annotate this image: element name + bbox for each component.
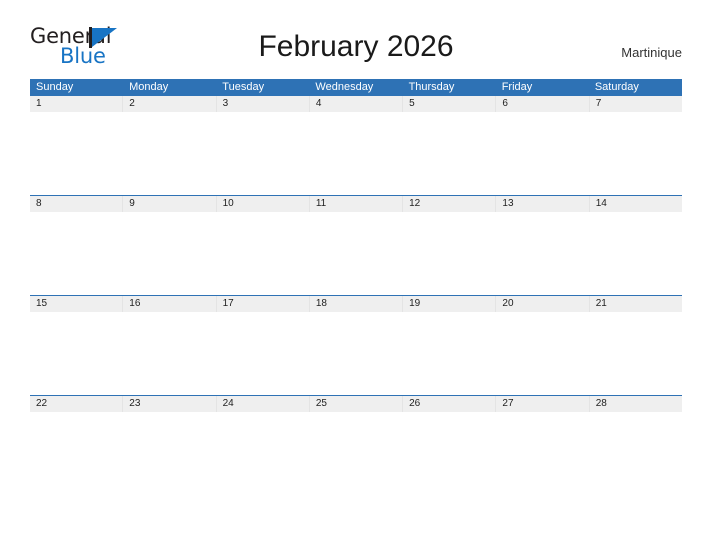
date-number[interactable]: 22 bbox=[30, 396, 124, 412]
day-content-cell[interactable] bbox=[402, 212, 496, 295]
day-content-cell[interactable] bbox=[123, 412, 217, 495]
day-content-cell[interactable] bbox=[495, 312, 589, 395]
date-number[interactable]: 7 bbox=[590, 96, 682, 112]
date-number[interactable]: 20 bbox=[496, 296, 590, 312]
day-content-cell[interactable] bbox=[402, 412, 496, 495]
weekday-header-sunday: Sunday bbox=[36, 81, 74, 93]
date-number[interactable]: 28 bbox=[590, 396, 682, 412]
locale-label: Martinique bbox=[621, 45, 682, 60]
day-content-cell[interactable] bbox=[588, 212, 682, 295]
day-content-cell[interactable] bbox=[30, 112, 124, 195]
date-number[interactable]: 25 bbox=[310, 396, 404, 412]
day-content-row bbox=[30, 412, 682, 495]
weekday-header-wednesday: Wednesday bbox=[315, 81, 374, 93]
date-number-row: 22 23 24 25 26 27 28 bbox=[30, 396, 682, 412]
day-content-cell[interactable] bbox=[216, 212, 310, 295]
date-number[interactable]: 1 bbox=[30, 96, 124, 112]
day-content-cell[interactable] bbox=[495, 212, 589, 295]
date-number[interactable]: 4 bbox=[310, 96, 404, 112]
day-content-cell[interactable] bbox=[402, 112, 496, 195]
weekday-header-tuesday: Tuesday bbox=[222, 81, 265, 93]
day-content-cell[interactable] bbox=[309, 412, 403, 495]
date-number[interactable]: 13 bbox=[496, 196, 590, 212]
calendar-week-row: 22 23 24 25 26 27 28 bbox=[30, 395, 682, 495]
page-header: General Blue February 2026 Martinique bbox=[0, 0, 712, 67]
day-content-cell[interactable] bbox=[309, 112, 403, 195]
date-number[interactable]: 6 bbox=[496, 96, 590, 112]
day-content-cell[interactable] bbox=[123, 212, 217, 295]
date-number[interactable]: 17 bbox=[217, 296, 310, 312]
calendar-grid: Sunday Monday Tuesday Wednesday Thursday… bbox=[30, 79, 682, 495]
day-content-cell[interactable] bbox=[216, 112, 310, 195]
date-number-row: 15 16 17 18 19 20 21 bbox=[30, 296, 682, 312]
day-content-cell[interactable] bbox=[30, 212, 124, 295]
date-number[interactable]: 11 bbox=[310, 196, 404, 212]
date-number[interactable]: 8 bbox=[30, 196, 124, 212]
date-number[interactable]: 10 bbox=[217, 196, 310, 212]
date-number[interactable]: 18 bbox=[310, 296, 404, 312]
calendar-week-row: 1 2 3 4 5 6 7 bbox=[30, 96, 682, 195]
day-content-cell[interactable] bbox=[309, 212, 403, 295]
weekday-header-monday: Monday bbox=[129, 81, 169, 93]
day-content-cell[interactable] bbox=[216, 412, 310, 495]
date-number-row: 1 2 3 4 5 6 7 bbox=[30, 96, 682, 112]
day-content-cell[interactable] bbox=[588, 412, 682, 495]
day-content-cell[interactable] bbox=[588, 112, 682, 195]
day-content-cell[interactable] bbox=[216, 312, 310, 395]
page-title: February 2026 bbox=[258, 30, 454, 63]
day-content-cell[interactable] bbox=[495, 412, 589, 495]
date-number[interactable]: 21 bbox=[590, 296, 682, 312]
weekday-header-row: Sunday Monday Tuesday Wednesday Thursday… bbox=[30, 79, 682, 96]
day-content-row bbox=[30, 212, 682, 295]
date-number[interactable]: 27 bbox=[496, 396, 590, 412]
day-content-cell[interactable] bbox=[123, 112, 217, 195]
date-number[interactable]: 24 bbox=[217, 396, 310, 412]
date-number[interactable]: 19 bbox=[403, 296, 497, 312]
calendar-week-row: 8 9 10 11 12 13 14 bbox=[30, 195, 682, 295]
day-content-cell[interactable] bbox=[30, 312, 124, 395]
day-content-row bbox=[30, 112, 682, 195]
day-content-cell[interactable] bbox=[495, 112, 589, 195]
date-number-row: 8 9 10 11 12 13 14 bbox=[30, 196, 682, 212]
day-content-cell[interactable] bbox=[588, 312, 682, 395]
date-number[interactable]: 23 bbox=[123, 396, 217, 412]
date-number[interactable]: 3 bbox=[217, 96, 310, 112]
weekday-header-thursday: Thursday bbox=[408, 81, 455, 93]
weekday-header-friday: Friday bbox=[501, 81, 533, 93]
date-number[interactable]: 16 bbox=[123, 296, 217, 312]
date-number[interactable]: 15 bbox=[30, 296, 124, 312]
date-number[interactable]: 12 bbox=[403, 196, 497, 212]
weekday-header-saturday: Saturday bbox=[594, 81, 639, 93]
date-number[interactable]: 5 bbox=[403, 96, 497, 112]
day-content-cell[interactable] bbox=[309, 312, 403, 395]
day-content-cell[interactable] bbox=[402, 312, 496, 395]
day-content-cell[interactable] bbox=[123, 312, 217, 395]
day-content-row bbox=[30, 312, 682, 395]
date-number[interactable]: 2 bbox=[123, 96, 217, 112]
date-number[interactable]: 14 bbox=[590, 196, 682, 212]
calendar-week-row: 15 16 17 18 19 20 21 bbox=[30, 295, 682, 395]
date-number[interactable]: 26 bbox=[403, 396, 497, 412]
calendar-page: General Blue February 2026 Martinique Su… bbox=[0, 0, 712, 550]
date-number[interactable]: 9 bbox=[123, 196, 217, 212]
day-content-cell[interactable] bbox=[30, 412, 124, 495]
